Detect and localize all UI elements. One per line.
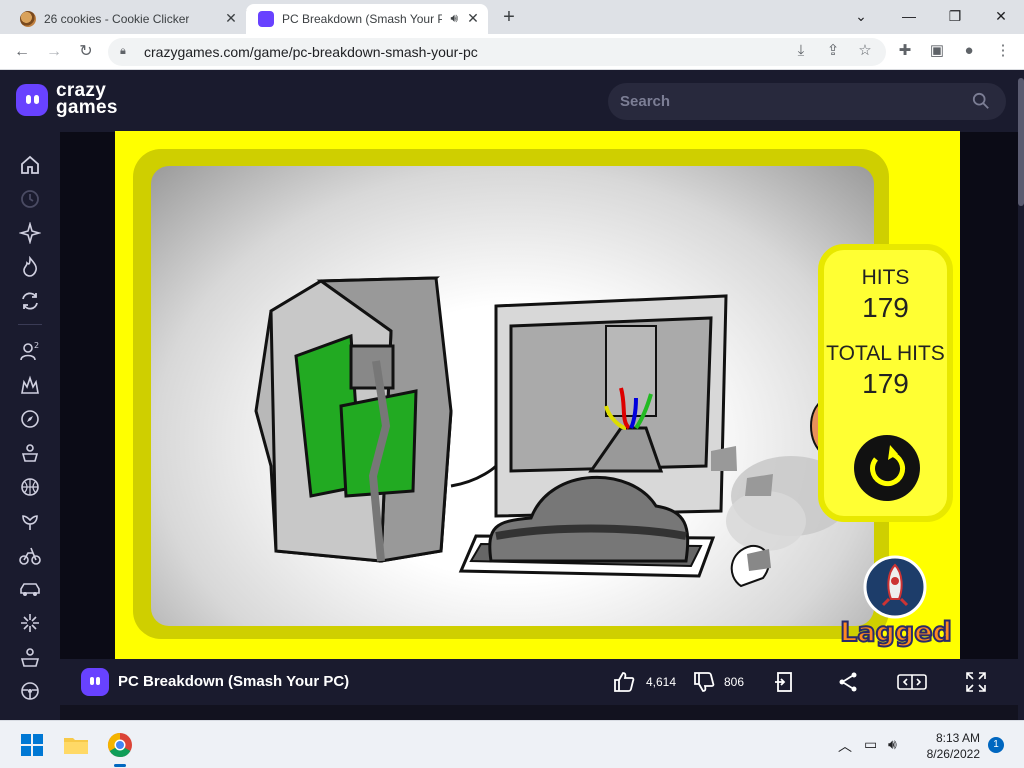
profile-avatar-icon[interactable]: ● <box>958 40 980 62</box>
game-canvas[interactable]: HITS 179 TOTAL HITS 179 Lagged <box>115 131 960 659</box>
home-icon[interactable] <box>19 154 41 176</box>
svg-text:2: 2 <box>34 341 39 350</box>
restore-icon[interactable]: ❐ <box>932 4 978 28</box>
close-window-icon[interactable]: ✕ <box>978 4 1024 28</box>
clock-date: 8/26/2022 <box>926 747 980 761</box>
minimize-icon[interactable]: — <box>886 4 932 28</box>
likes-count: 4,614 <box>646 675 677 689</box>
site-header: crazy games <box>0 70 1018 132</box>
theater-mode-icon[interactable] <box>896 670 928 694</box>
browser-toolbar: ← → ↻ 🔒︎ crazygames.com/game/pc-breakdow… <box>0 34 1024 70</box>
install-app-icon[interactable]: ⤓ <box>790 40 812 62</box>
report-icon[interactable] <box>772 670 796 694</box>
chrome-browser-icon[interactable] <box>106 731 134 759</box>
sparkle-icon[interactable] <box>18 221 42 245</box>
lagged-logo[interactable]: Lagged <box>837 555 955 655</box>
bookmark-star-icon[interactable]: ☆ <box>854 40 876 62</box>
windows-start-icon[interactable] <box>18 731 46 759</box>
tab-close-icon[interactable]: ✕ <box>464 9 482 27</box>
cookie-favicon-icon <box>20 11 36 27</box>
new-tab-button[interactable]: + <box>498 6 520 28</box>
extensions-puzzle-icon[interactable]: ✚ <box>894 40 916 62</box>
crazygames-logo-icon[interactable] <box>16 84 48 116</box>
category-sidebar: 2 <box>0 132 60 720</box>
game-title: PC Breakdown (Smash Your PC) <box>118 673 350 690</box>
taskbar-clock[interactable]: 8:13 AM 8/26/2022 <box>912 730 980 762</box>
active-app-indicator <box>114 764 126 767</box>
game-logo-icon <box>81 668 109 696</box>
windows-taskbar: ︿ ▭ 🔊︎ 8:13 AM 8/26/2022 1 <box>0 720 1024 768</box>
tab-close-icon[interactable]: ✕ <box>222 9 240 27</box>
share-icon[interactable] <box>836 670 860 694</box>
address-bar[interactable]: 🔒︎ crazygames.com/game/pc-breakdown-smas… <box>108 38 886 66</box>
smashed-pc-illustration <box>254 276 874 588</box>
search-input[interactable] <box>620 93 950 110</box>
game-scene[interactable] <box>151 166 874 626</box>
star-burst-icon[interactable] <box>19 612 41 634</box>
restart-button[interactable] <box>854 435 920 501</box>
crazygames-logo-text[interactable]: crazy games <box>56 81 118 117</box>
sidebar-divider <box>18 324 42 325</box>
volume-icon[interactable]: 🔊︎ <box>888 736 897 753</box>
crazygames-favicon-icon <box>258 11 274 27</box>
side-panel-icon[interactable]: ▣ <box>926 40 948 62</box>
puzzle-icon[interactable] <box>19 646 41 668</box>
tab-search-chevron-down-icon[interactable]: ⌄ <box>838 4 884 28</box>
hits-label: HITS <box>861 266 910 289</box>
browser-tab-strip: 26 cookies - Cookie Clicker ✕ PC Breakdo… <box>0 0 1024 34</box>
car-icon[interactable] <box>19 578 41 600</box>
page-below-game <box>60 705 1018 720</box>
share-page-icon[interactable]: ⇪ <box>822 40 844 62</box>
tab-pc-breakdown[interactable]: PC Breakdown (Smash Your PC) 🔊︎ ✕ <box>246 4 488 34</box>
steering-wheel-icon[interactable] <box>19 680 41 702</box>
refresh-icon[interactable] <box>19 290 41 312</box>
back-arrow-icon[interactable]: ← <box>10 40 34 64</box>
search-bar[interactable] <box>608 83 1006 120</box>
search-icon[interactable] <box>972 92 990 110</box>
flower-icon[interactable] <box>19 510 41 532</box>
adventure-icon[interactable] <box>19 442 41 464</box>
lagged-text: Lagged <box>839 616 953 649</box>
total-hits-value: 179 <box>862 368 909 399</box>
tab-cookie-clicker[interactable]: 26 cookies - Cookie Clicker ✕ <box>8 4 246 34</box>
clock-icon[interactable] <box>19 188 41 210</box>
action-icon[interactable] <box>19 374 41 396</box>
chevron-up-icon[interactable]: ︿ <box>838 736 852 756</box>
page-scrollbar-thumb[interactable] <box>1018 78 1024 206</box>
dislikes-count: 806 <box>724 675 745 689</box>
bike-icon[interactable] <box>19 544 41 566</box>
url-text: crazygames.com/game/pc-breakdown-smash-y… <box>144 44 478 60</box>
notification-badge[interactable]: 1 <box>988 737 1004 753</box>
fire-icon[interactable] <box>19 255 41 278</box>
multiplayer-icon[interactable]: 2 <box>19 340 41 362</box>
total-hits-label: TOTAL HITS <box>826 342 945 365</box>
thumbs-down-icon[interactable] <box>692 670 716 694</box>
file-explorer-icon[interactable] <box>62 731 90 759</box>
lock-icon: 🔒︎ <box>120 45 126 57</box>
fullscreen-icon[interactable] <box>964 670 988 694</box>
reload-icon[interactable]: ↻ <box>74 40 98 64</box>
hits-panel: HITS 179 TOTAL HITS 179 <box>818 244 953 522</box>
clock-time: 8:13 AM <box>935 731 980 745</box>
game-info-bar: PC Breakdown (Smash Your PC) 4,614 806 <box>60 659 1018 705</box>
chrome-menu-icon[interactable]: ⋮ <box>992 40 1014 62</box>
restart-icon <box>870 445 905 487</box>
compass-icon[interactable] <box>19 408 41 430</box>
tab-title: 26 cookies - Cookie Clicker <box>44 12 190 26</box>
thumbs-up-icon[interactable] <box>612 670 636 694</box>
tab-title: PC Breakdown (Smash Your PC) <box>282 12 442 26</box>
hits-value: 179 <box>862 292 909 323</box>
speaker-icon[interactable]: 🔊︎ <box>450 11 458 26</box>
basketball-icon[interactable] <box>19 476 41 498</box>
network-icon[interactable]: ▭ <box>864 736 877 753</box>
forward-arrow-icon[interactable]: → <box>42 40 66 64</box>
